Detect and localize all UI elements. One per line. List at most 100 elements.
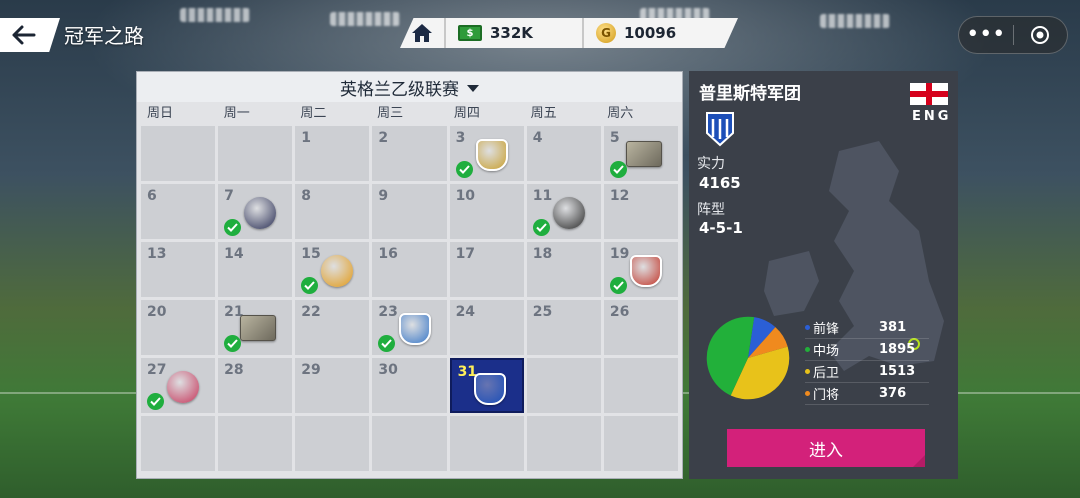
- legend-dot: [805, 369, 810, 374]
- calendar-day: [526, 358, 601, 413]
- position-value: 376: [879, 386, 907, 401]
- country-code: ENG: [912, 109, 952, 124]
- calendar-day[interactable]: 7: [218, 184, 293, 239]
- opponent-crest-icon: [626, 141, 662, 167]
- day-number: 8: [301, 188, 312, 204]
- page-title: 冠军之路: [64, 24, 144, 48]
- calendar-day[interactable]: 17: [449, 242, 524, 297]
- calendar-day[interactable]: 19: [603, 242, 678, 297]
- calendar-day: [218, 126, 293, 181]
- position-value: 1895: [879, 342, 916, 357]
- position-stat-row: 中场 1895: [805, 339, 929, 361]
- completed-check-icon: [378, 335, 396, 352]
- legend-dot: [805, 391, 810, 396]
- completed-check-icon: [224, 335, 242, 352]
- strength-value: 4165: [699, 174, 741, 192]
- team-crest-icon: [706, 112, 734, 147]
- completed-check-icon: [147, 393, 164, 410]
- weekday-label: 周五: [530, 106, 557, 121]
- formation-label: 阵型: [697, 202, 725, 218]
- weekday-label: 周日: [147, 106, 174, 121]
- day-number: 6: [147, 188, 157, 204]
- calendar-day[interactable]: 12: [603, 184, 678, 239]
- calendar-day[interactable]: 18: [526, 242, 601, 297]
- calendar-day[interactable]: 3: [449, 126, 524, 181]
- day-number: 12: [609, 188, 630, 204]
- calendar-day: [141, 126, 216, 181]
- calendar-day[interactable]: 28: [218, 358, 293, 413]
- calendar-day[interactable]: 27: [141, 358, 216, 413]
- chevron-down-icon: [467, 85, 479, 92]
- weekday-label: 周二: [300, 106, 327, 121]
- day-number: 29: [301, 362, 321, 378]
- day-number: 30: [378, 362, 398, 378]
- calendar-day: [218, 416, 293, 471]
- position-label: 后卫: [813, 366, 840, 381]
- league-calendar: 英格兰乙级联赛 周日 周一 周二 周三 周四 周五 周六 1 2 3 4 5 6 7 8 9 10 11 12 13…: [136, 71, 683, 479]
- calendar-day[interactable]: 14: [218, 242, 293, 297]
- league-selector[interactable]: 英格兰乙级联赛: [137, 72, 682, 102]
- home-button[interactable]: [400, 18, 444, 48]
- position-value: 381: [879, 320, 907, 335]
- day-number: 3: [455, 130, 466, 146]
- calendar-day[interactable]: 24: [449, 300, 524, 355]
- cash-display: $ 332K: [446, 18, 582, 48]
- completed-check-icon: [609, 161, 627, 178]
- completed-check-icon: [609, 277, 627, 294]
- day-number: 18: [532, 246, 553, 262]
- legend-dot: [805, 347, 810, 352]
- calendar-day[interactable]: 9: [372, 184, 447, 239]
- calendar-day: [526, 416, 601, 471]
- opponent-crest-icon: [240, 315, 277, 341]
- calendar-day[interactable]: 8: [295, 184, 370, 239]
- day-number: 2: [378, 130, 389, 146]
- calendar-day: [295, 416, 370, 471]
- weekday-label: 周三: [377, 106, 404, 121]
- day-number: 4: [532, 130, 543, 146]
- calendar-day[interactable]: 4: [526, 126, 601, 181]
- calendar-day[interactable]: 11: [526, 184, 601, 239]
- calendar-day[interactable]: 26: [603, 300, 678, 355]
- more-options-icon[interactable]: •••: [959, 24, 1013, 46]
- calendar-day[interactable]: 22: [295, 300, 370, 355]
- calendar-day[interactable]: 2: [372, 126, 447, 181]
- calendar-day: [372, 416, 447, 471]
- calendar-day[interactable]: 5: [603, 126, 678, 181]
- calendar-day[interactable]: 30: [372, 358, 447, 413]
- calendar-day[interactable]: 29: [295, 358, 370, 413]
- position-stats: 前锋 381 中场 1895 后卫 1513 门将 376: [805, 317, 929, 405]
- calendar-day[interactable]: 1: [295, 126, 370, 181]
- calendar-day: [603, 416, 678, 471]
- calendar-day[interactable]: 15: [295, 242, 370, 297]
- position-pie-chart: [706, 316, 790, 400]
- coin-icon: G: [596, 23, 616, 43]
- close-target-icon[interactable]: [1013, 25, 1067, 45]
- position-label: 前锋: [813, 322, 840, 337]
- opponent-crest-icon: [398, 313, 431, 345]
- currency-bar: $ 332K G 10096: [400, 18, 738, 48]
- day-number: 7: [224, 188, 234, 204]
- calendar-day[interactable]: 16: [372, 242, 447, 297]
- completed-check-icon: [455, 161, 473, 178]
- day-number: 1: [301, 130, 312, 146]
- opponent-crest-icon: [630, 255, 662, 287]
- calendar-day[interactable]: 20: [141, 300, 216, 355]
- weekday-label: 周四: [453, 106, 480, 121]
- league-name: 英格兰乙级联赛: [340, 79, 459, 100]
- calendar-day-today[interactable]: 31: [449, 358, 524, 413]
- calendar-day[interactable]: 6: [141, 184, 216, 239]
- calendar-day[interactable]: 21: [218, 300, 293, 355]
- day-number: 26: [609, 304, 630, 320]
- day-number: 23: [378, 304, 398, 320]
- opponent-crest-icon: [321, 255, 354, 287]
- day-number: 20: [147, 304, 167, 320]
- calendar-day[interactable]: 10: [449, 184, 524, 239]
- calendar-day[interactable]: 13: [141, 242, 216, 297]
- back-button[interactable]: [0, 18, 60, 52]
- calendar-day[interactable]: 23: [372, 300, 447, 355]
- calendar-day[interactable]: 25: [526, 300, 601, 355]
- enter-button[interactable]: 进入: [727, 429, 925, 467]
- opponent-crest-icon: [552, 197, 585, 229]
- day-number: 22: [301, 304, 321, 320]
- formation-value: 4-5-1: [699, 219, 743, 237]
